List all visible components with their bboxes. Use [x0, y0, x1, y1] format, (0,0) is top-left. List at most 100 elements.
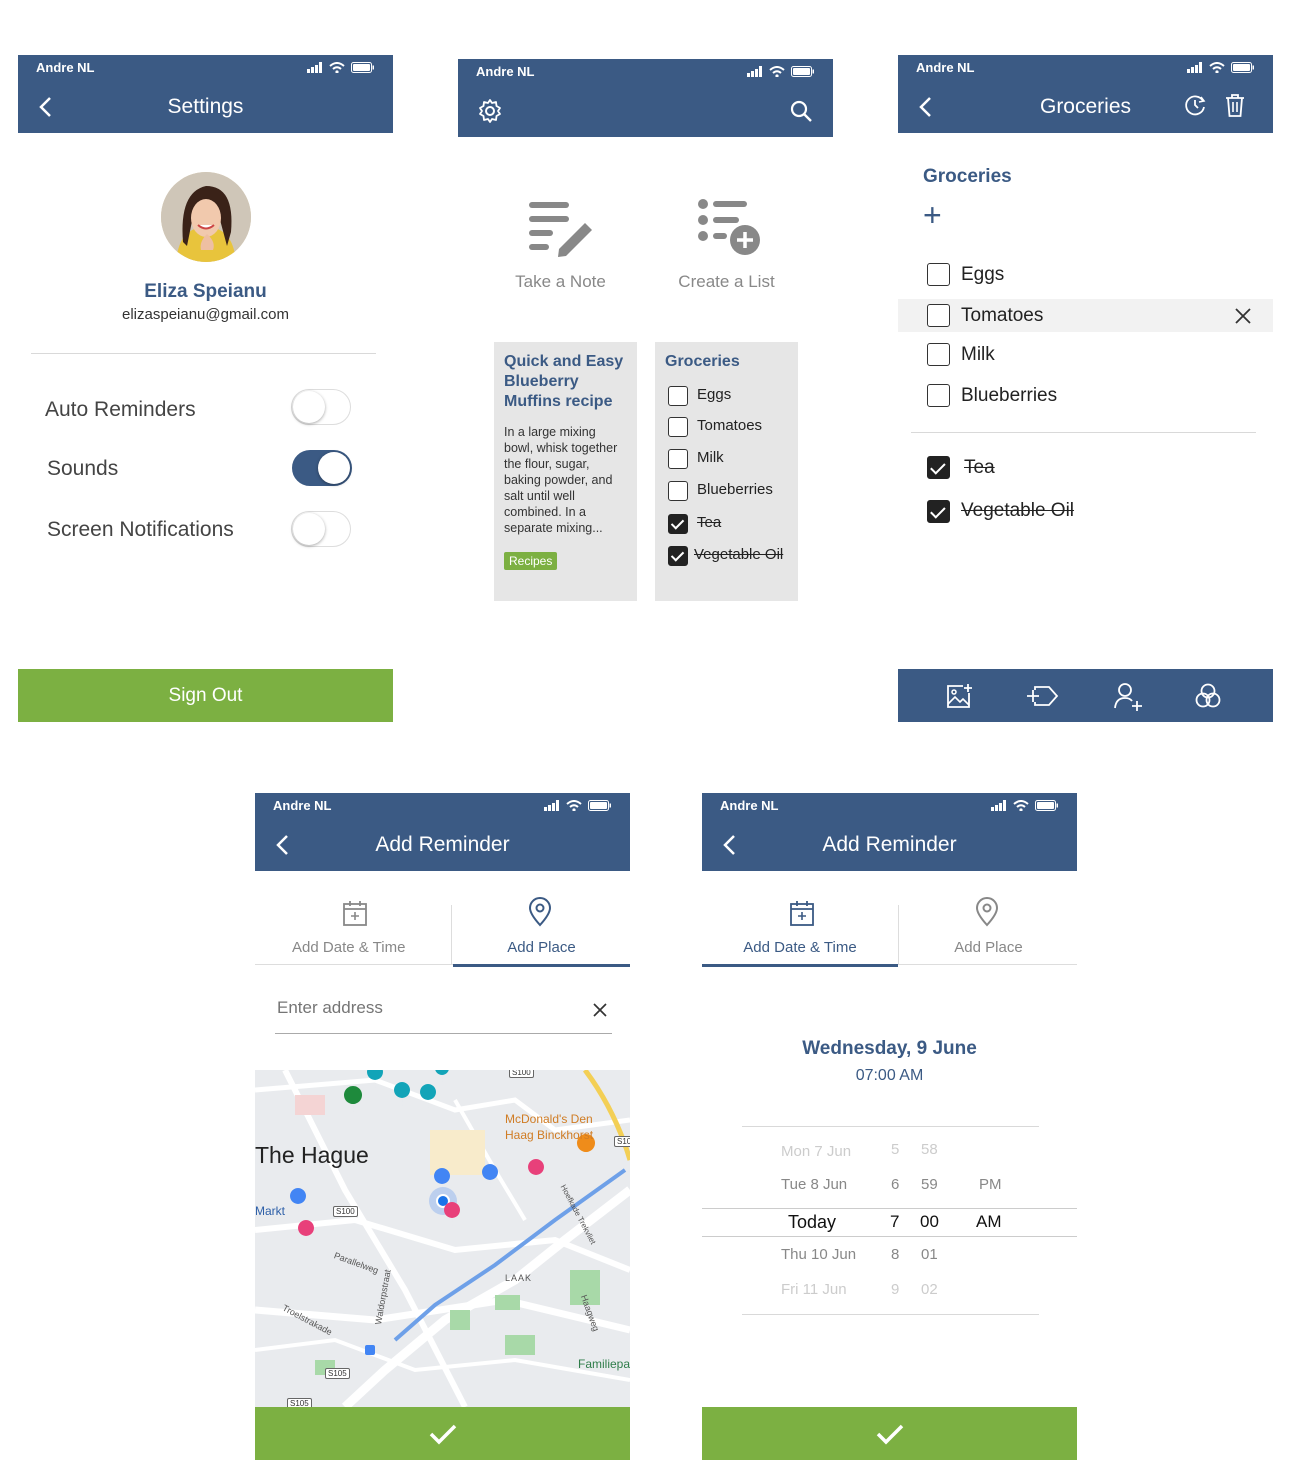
map-label-district: LAAK: [505, 1273, 533, 1283]
carrier-label: Andre NL: [36, 60, 95, 75]
map-road-shield: S105: [287, 1398, 312, 1407]
checkbox-checked[interactable]: [668, 514, 688, 534]
status-icons: [544, 800, 612, 811]
trash-icon[interactable]: [1223, 92, 1247, 118]
confirm-button[interactable]: [255, 1407, 630, 1460]
confirm-button[interactable]: [702, 1407, 1077, 1460]
list-item-label: Eggs: [961, 264, 1005, 285]
avatar[interactable]: [161, 172, 251, 262]
date-time-picker[interactable]: Mon 7 Jun 5 58 Tue 8 Jun 6 59 PM Today 7…: [702, 1113, 1077, 1318]
divider: [911, 432, 1256, 433]
recipes-tag[interactable]: Recipes: [504, 552, 558, 570]
note-card[interactable]: Quick and Easy Blueberry Muffins recipe …: [494, 342, 637, 601]
signal-icon: [991, 800, 1006, 811]
reminder-tabs: Add Date & Time Add Place: [255, 887, 630, 967]
selected-date: Wednesday, 9 June: [802, 1038, 977, 1059]
picker-day: Tue 8 Jun: [781, 1176, 848, 1193]
tab-date-time-label: Add Date & Time: [292, 939, 406, 956]
color-palette-icon[interactable]: [1194, 682, 1222, 710]
add-reminder-place-screen: Andre NL Add Reminder Add Date & Time Ad…: [255, 793, 630, 1460]
picker-selection-top: [702, 1208, 1077, 1209]
create-list-button[interactable]: Create a List: [674, 197, 779, 292]
check-icon: [876, 1424, 903, 1444]
picker-minute: 01: [921, 1246, 938, 1263]
add-item-button[interactable]: +: [923, 199, 942, 231]
create-list-label: Create a List: [678, 272, 775, 291]
take-note-label: Take a Note: [515, 272, 606, 291]
checkbox[interactable]: [668, 417, 688, 437]
checkbox-checked[interactable]: [927, 456, 950, 479]
checkbox[interactable]: [927, 263, 950, 286]
map-road-shield: S100: [333, 1206, 358, 1217]
picker-hour: 9: [891, 1281, 900, 1298]
list-heading: Groceries: [923, 166, 1012, 187]
tab-date-time[interactable]: Add Date & Time: [702, 887, 898, 967]
checkbox[interactable]: [668, 386, 688, 406]
tab-place[interactable]: Add Place: [900, 887, 1077, 965]
gear-icon[interactable]: [477, 98, 503, 124]
add-label-icon[interactable]: [1027, 682, 1059, 710]
map-road-shield: S105: [325, 1368, 350, 1379]
list-item-label: Tea: [697, 514, 722, 531]
status-icons: [1187, 62, 1255, 73]
calendar-add-icon: [343, 901, 367, 926]
picker-top-border: [742, 1126, 1039, 1127]
toggle-knob: [293, 513, 325, 545]
address-field[interactable]: [275, 993, 612, 1034]
selected-row-highlight: [898, 299, 1273, 332]
take-note-button[interactable]: Take a Note: [508, 197, 613, 292]
battery-icon: [791, 66, 815, 77]
signal-icon: [1187, 62, 1202, 73]
signal-icon: [544, 800, 559, 811]
tab-date-time[interactable]: Add Date & Time: [255, 887, 443, 965]
map-label-park: Familiepa: [578, 1357, 630, 1371]
picker-hour: 6: [891, 1176, 900, 1193]
battery-icon: [1035, 800, 1059, 811]
checkbox[interactable]: [927, 384, 950, 407]
checkbox-checked[interactable]: [927, 500, 950, 523]
carrier-label: Andre NL: [273, 798, 332, 813]
page-title: Add Reminder: [375, 832, 510, 856]
add-list-icon: [697, 199, 760, 255]
checkbox[interactable]: [927, 304, 950, 327]
picker-minute: 58: [921, 1141, 938, 1158]
map-view[interactable]: The Hague McDonald's Den Haag Binckhorst…: [255, 1070, 630, 1407]
screen-notifications-toggle[interactable]: [291, 511, 351, 547]
close-icon[interactable]: [1234, 307, 1252, 325]
status-bar: Andre NL: [702, 793, 1077, 818]
divider: [31, 353, 376, 354]
app-bar: [458, 84, 833, 137]
calendar-add-icon: [790, 901, 814, 926]
tab-place[interactable]: Add Place: [453, 887, 630, 967]
picker-minute: 59: [921, 1176, 938, 1193]
add-image-icon[interactable]: [945, 682, 973, 710]
search-icon[interactable]: [788, 98, 814, 124]
tab-place-label: Add Place: [954, 939, 1023, 956]
battery-icon: [588, 800, 612, 811]
check-icon: [429, 1424, 456, 1444]
checkbox-checked[interactable]: [668, 546, 688, 566]
picker-selection-bottom: [702, 1236, 1077, 1237]
list-item-label: Vegetable Oil: [961, 500, 1075, 521]
tab-divider: [451, 905, 452, 965]
note-edit-icon: [528, 202, 592, 257]
list-item-label[interactable]: Tomatoes: [961, 305, 1043, 327]
picker-hour: 8: [891, 1246, 900, 1263]
location-pin-icon: [975, 897, 999, 927]
clear-icon[interactable]: [592, 1002, 608, 1018]
add-collaborator-icon[interactable]: [1112, 680, 1144, 712]
note-card-body: In a large mixing bowl, whisk together t…: [504, 425, 618, 535]
checkbox[interactable]: [668, 449, 688, 469]
app-bar: Add Reminder: [255, 818, 630, 871]
list-item-label: Tomatoes: [697, 417, 763, 434]
carrier-label: Andre NL: [916, 60, 975, 75]
checkbox[interactable]: [668, 481, 688, 501]
sign-out-button[interactable]: Sign Out: [18, 669, 393, 722]
wifi-icon: [566, 800, 582, 811]
address-input[interactable]: [277, 995, 577, 1021]
reminder-clock-icon[interactable]: [1183, 93, 1207, 117]
battery-icon: [1231, 62, 1255, 73]
sounds-toggle[interactable]: [292, 450, 352, 486]
checkbox[interactable]: [927, 343, 950, 366]
auto-reminders-toggle[interactable]: [291, 389, 351, 425]
